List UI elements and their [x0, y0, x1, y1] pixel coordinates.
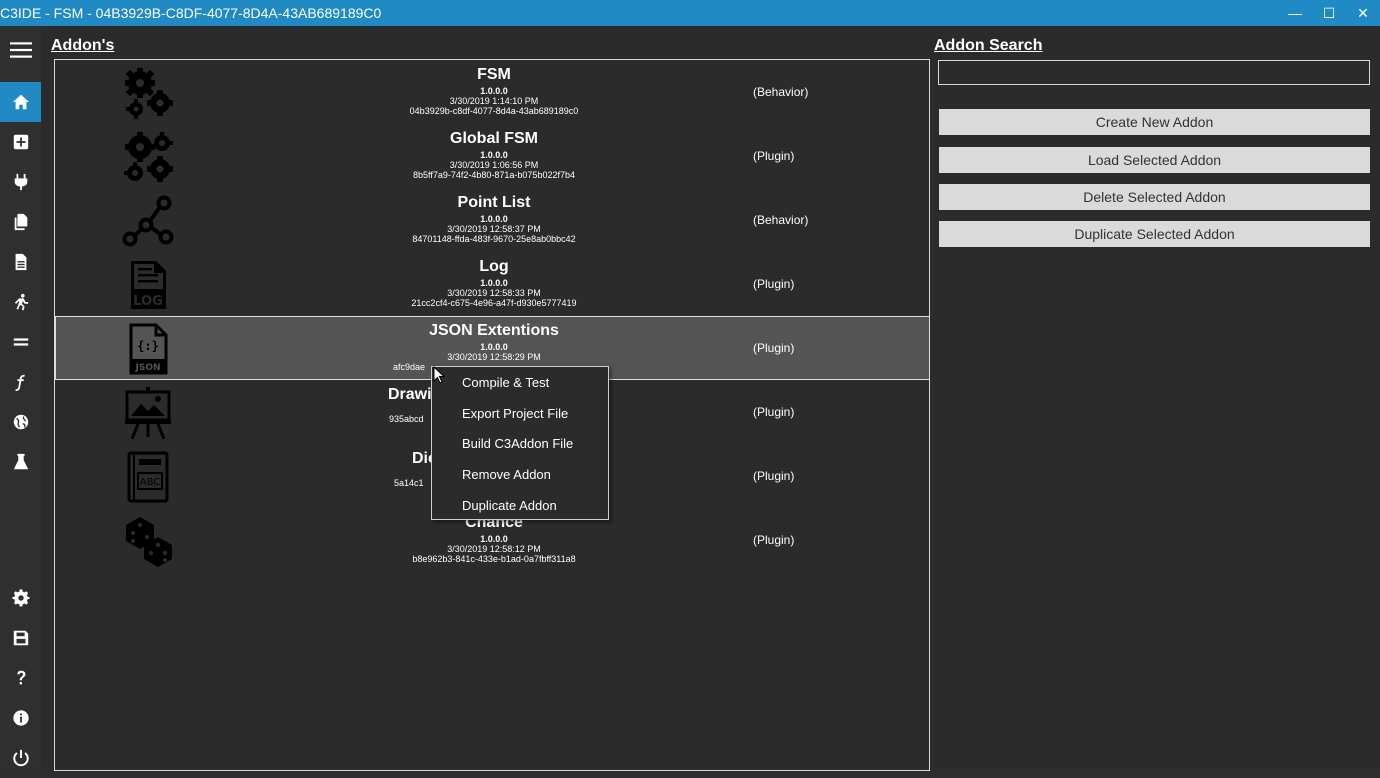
main-content: Addon's FSM 1.0.0.0 3/30/2019 1:14:10 PM…	[41, 26, 1380, 771]
context-item-export-project-file[interactable]: Export Project File	[462, 406, 568, 421]
addon-type: (Behavior)	[753, 85, 809, 99]
context-item-remove-addon[interactable]: Remove Addon	[462, 467, 551, 482]
mouse-cursor-icon	[433, 366, 445, 384]
addon-name: Point List	[457, 194, 531, 211]
dice-icon	[126, 517, 172, 567]
addon-date: 3/30/2019 12:58:29 PM	[447, 352, 541, 362]
equals-icon[interactable]	[0, 322, 41, 362]
delete-selected-addon-button[interactable]: Delete Selected Addon	[939, 184, 1370, 210]
plug-icon[interactable]	[0, 162, 41, 202]
addon-type: (Plugin)	[753, 469, 795, 483]
addons-title: Addon's	[51, 37, 115, 54]
gears-icon	[125, 68, 173, 119]
log-file-icon: LOG	[131, 261, 166, 309]
addon-row-global-fsm[interactable]: Global FSM 1.0.0.0 3/30/2019 1:06:56 PM …	[56, 125, 929, 189]
maximize-button[interactable]: ☐	[1312, 0, 1346, 26]
help-icon[interactable]	[0, 658, 41, 698]
addon-id: 84701148-ffda-483f-9670-25e8ab0bbc42	[412, 234, 576, 244]
running-icon[interactable]	[0, 282, 41, 322]
addon-date: 3/30/2019 12:58:33 PM	[447, 288, 541, 298]
minimize-button[interactable]: —	[1278, 0, 1312, 26]
globe-icon[interactable]	[0, 402, 41, 442]
addon-type: (Plugin)	[753, 341, 795, 355]
svg-text:{:}: {:}	[137, 339, 159, 353]
sidebar	[0, 26, 41, 767]
context-item-duplicate-addon[interactable]: Duplicate Addon	[462, 498, 557, 513]
addon-date: 3/30/2019 12:58:12 PM	[447, 544, 541, 554]
close-button[interactable]: ✕	[1346, 0, 1380, 26]
gear-icon[interactable]	[0, 578, 41, 618]
dictionary-book-icon: ABC	[127, 451, 169, 503]
addon-version: 1.0.0.0	[480, 214, 508, 224]
addon-version: 1.0.0.0	[480, 150, 508, 160]
function-icon[interactable]	[0, 362, 41, 402]
hamburger-menu-icon[interactable]	[0, 30, 41, 70]
addon-name: JSON Extentions	[429, 322, 559, 339]
addon-id: 8b5ff7a9-74f2-4b80-871a-b075b022f7b4	[413, 170, 575, 180]
gears-icon	[124, 132, 173, 182]
load-selected-addon-button[interactable]: Load Selected Addon	[939, 147, 1370, 173]
addon-name: Log	[479, 258, 509, 275]
addon-id: 04b3929b-c8df-4077-8d4a-43ab689189c0	[409, 106, 579, 116]
addon-version: 1.0.0.0	[480, 534, 508, 544]
document-icon[interactable]	[0, 242, 41, 282]
duplicate-selected-addon-button[interactable]: Duplicate Selected Addon	[939, 221, 1370, 247]
addon-version: 1.0.0.0	[480, 342, 508, 352]
svg-text:ABC: ABC	[140, 477, 161, 488]
window-title: C3IDE - FSM - 04B3929B-C8DF-4077-8D4A-43…	[0, 5, 382, 21]
svg-text:LOG: LOG	[133, 294, 163, 309]
save-icon[interactable]	[0, 618, 41, 658]
addon-row-log[interactable]: LOG Log 1.0.0.0 3/30/2019 12:58:33 PM 21…	[56, 253, 929, 317]
easel-icon	[125, 387, 171, 439]
context-item-compile-test[interactable]: Compile & Test	[462, 375, 549, 390]
add-icon[interactable]	[0, 122, 41, 162]
addon-search-input[interactable]	[938, 60, 1370, 85]
addon-row-fsm[interactable]: FSM 1.0.0.0 3/30/2019 1:14:10 PM 04b3929…	[56, 61, 929, 125]
create-new-addon-button[interactable]: Create New Addon	[939, 109, 1370, 135]
addon-type: (Plugin)	[753, 149, 795, 163]
addon-date: 3/30/2019 12:58:37 PM	[447, 224, 541, 234]
addon-type: (Plugin)	[753, 405, 795, 419]
addon-type: (Plugin)	[753, 277, 795, 291]
addon-name: FSM	[477, 66, 511, 83]
addon-search-title: Addon Search	[934, 37, 1043, 54]
addon-date: 3/30/2019 1:06:56 PM	[449, 160, 539, 170]
copy-files-icon[interactable]	[0, 202, 41, 242]
title-bar: C3IDE - FSM - 04B3929B-C8DF-4077-8D4A-43…	[0, 0, 1380, 26]
addon-id: 21cc2cf4-c675-4e96-a47f-d930e5777419	[411, 298, 577, 308]
addon-type: (Plugin)	[753, 533, 795, 547]
addon-type: (Behavior)	[753, 213, 809, 227]
addon-version: 1.0.0.0	[480, 86, 508, 96]
nodes-icon	[122, 195, 174, 247]
home-icon[interactable]	[0, 82, 41, 122]
json-file-icon: {:} JSON	[129, 323, 168, 375]
addon-version: 1.0.0.0	[480, 278, 508, 288]
addon-date: 3/30/2019 1:14:10 PM	[449, 96, 539, 106]
addon-id: b8e962b3-841c-433e-b1ad-0a7fbff311a8	[412, 554, 576, 564]
svg-text:JSON: JSON	[134, 363, 160, 373]
flask-icon[interactable]	[0, 442, 41, 482]
context-menu: Compile & Test Export Project File Build…	[431, 366, 609, 520]
info-icon[interactable]	[0, 698, 41, 738]
context-item-build-c3addon-file[interactable]: Build C3Addon File	[462, 436, 573, 451]
power-icon[interactable]	[0, 738, 41, 778]
addon-name: Global FSM	[450, 130, 538, 147]
addon-row-point-list[interactable]: Point List 1.0.0.0 3/30/2019 12:58:37 PM…	[56, 189, 929, 253]
